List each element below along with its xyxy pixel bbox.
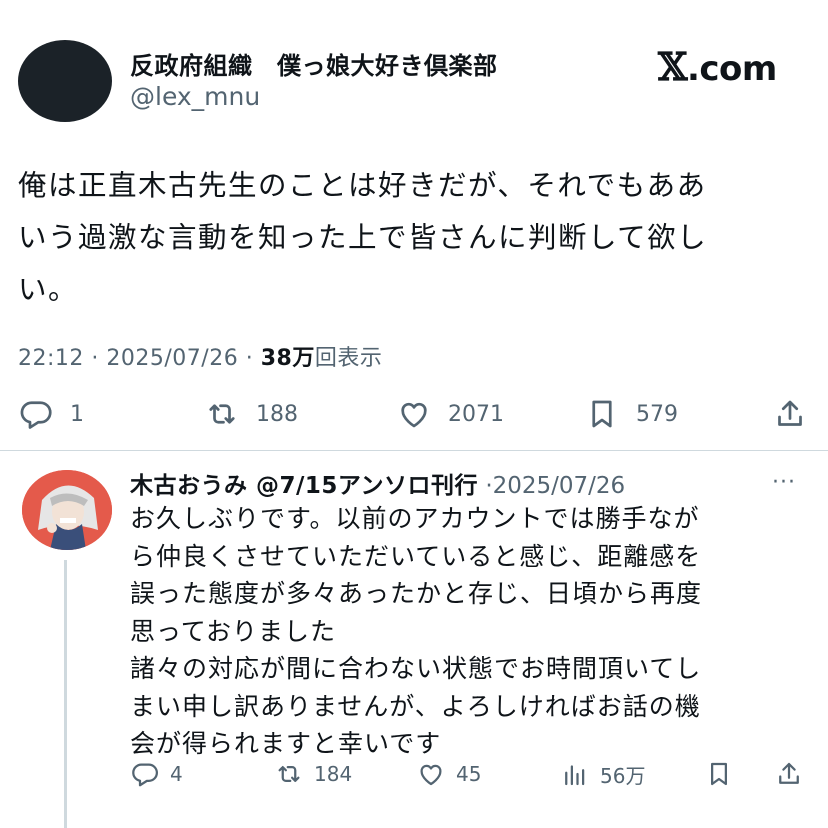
- avatar[interactable]: [18, 40, 112, 122]
- post-meta: 22:12 · 2025/07/26 · 38万回表示: [18, 340, 382, 372]
- reply-avatar[interactable]: [22, 470, 112, 550]
- reply-like-button[interactable]: 45: [416, 754, 481, 794]
- meta-separator: ·: [91, 346, 99, 371]
- reply-like-count: 45: [456, 762, 482, 786]
- views-label: 回表示: [314, 346, 383, 371]
- reply-actions: 4 184 45 56万: [0, 754, 828, 794]
- views-icon: [565, 765, 585, 786]
- reply-reply-count: 4: [170, 762, 183, 786]
- post-date[interactable]: 2025/07/26: [106, 346, 238, 371]
- share-button[interactable]: [772, 392, 808, 436]
- reply-views-button[interactable]: 56万: [560, 754, 645, 794]
- reply-repost-button[interactable]: 184: [274, 754, 352, 794]
- post-text-line: いう過激な言動を知った上で皆さんに判断して欲し: [18, 221, 708, 254]
- reply-button[interactable]: 1: [18, 392, 84, 436]
- reply-icon: [20, 401, 52, 429]
- bookmark-count: 579: [636, 401, 678, 427]
- share-icon: [779, 762, 799, 784]
- reply-text-line: お久しぶりです。以前のアカウントでは勝手なが: [130, 504, 700, 533]
- reply-bookmark-button[interactable]: [704, 754, 734, 794]
- post-text-line: 俺は正直木古先生のことは好きだが、それでもああ: [18, 169, 707, 202]
- reply-text-line: ら仲良くさせていただいていると感じ、距離感を: [130, 541, 702, 571]
- bookmark-icon: [592, 400, 612, 428]
- author-display-name[interactable]: 反政府組織 僕っ娘大好き倶楽部: [130, 46, 498, 81]
- post-time[interactable]: 22:12: [18, 346, 84, 371]
- reply-share-button[interactable]: [774, 754, 804, 794]
- reply-author-name[interactable]: 木古おうみ @7/15アンソロ刊行: [130, 473, 478, 499]
- x-logo-mark: 𝕏: [658, 44, 687, 89]
- reply-text-line: 誤った態度が多々あったかと存じ、日頃から再度: [130, 579, 703, 608]
- reply-meta-separator: ·: [485, 473, 493, 499]
- like-button[interactable]: 2071: [396, 392, 504, 436]
- meta-separator: ·: [245, 346, 254, 371]
- x-logo-text: .com: [686, 49, 777, 89]
- like-icon: [420, 764, 442, 786]
- repost-count: 188: [256, 401, 298, 427]
- views-count: 38万: [260, 346, 315, 371]
- repost-icon: [278, 766, 300, 782]
- reply-header: 木古おうみ @7/15アンソロ刊行 ·2025/07/26: [130, 466, 625, 500]
- reply-text: お久しぶりです。以前のアカウントでは勝手なが ら仲良くさせていただいていると感じ…: [130, 500, 800, 763]
- post-actions: 1 188 2071 579: [0, 392, 828, 436]
- reply-reply-button[interactable]: 4: [130, 754, 183, 794]
- post-text: 俺は正直木古先生のことは好きだが、それでもああ いう過激な言動を知った上で皆さん…: [18, 160, 808, 316]
- x-logo: 𝕏.com: [658, 44, 777, 89]
- repost-button[interactable]: 188: [204, 392, 298, 436]
- reply-date[interactable]: 2025/07/26: [493, 473, 626, 499]
- reply-text-line: 諸々の対応が間に合わない状態でお時間頂いてし: [130, 654, 702, 683]
- reply-text-line: 思っておりました: [130, 616, 337, 646]
- reply-avatar-illustration: [22, 470, 112, 550]
- like-count: 2071: [448, 401, 504, 427]
- reply-repost-count: 184: [314, 762, 353, 786]
- reply-text-line: まい申し訳ありませんが、よろしければお話の機: [130, 691, 701, 721]
- bookmark-button[interactable]: 579: [584, 392, 678, 436]
- share-icon: [778, 400, 802, 426]
- reply-views-count: 56万: [600, 763, 646, 788]
- bookmark-icon: [711, 762, 727, 786]
- more-icon[interactable]: ···: [772, 470, 796, 495]
- like-icon: [401, 402, 427, 428]
- author-handle[interactable]: @lex_mnu: [130, 82, 260, 111]
- divider: [0, 450, 828, 451]
- reply-count: 1: [70, 401, 84, 427]
- post-text-line: い。: [18, 273, 79, 306]
- repost-icon: [209, 404, 235, 424]
- reply-icon: [132, 763, 158, 787]
